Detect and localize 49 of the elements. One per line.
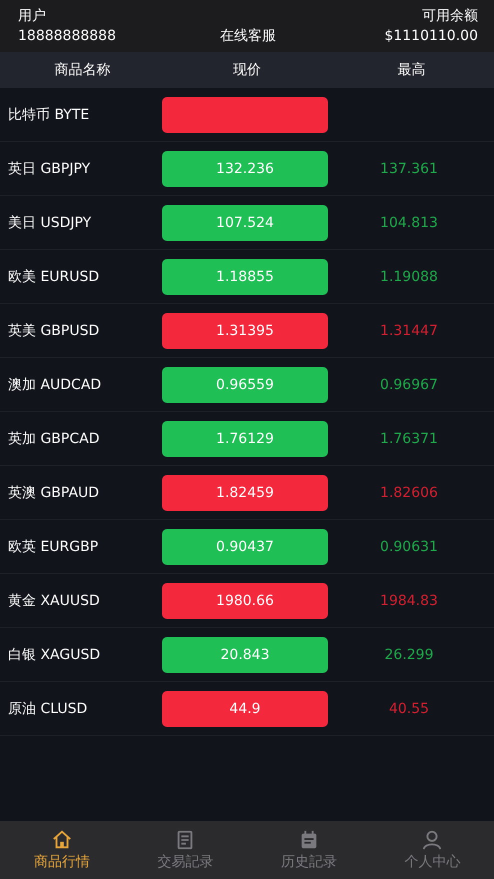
nav-tab[interactable]: 商品行情 xyxy=(0,821,124,879)
nav-tab[interactable]: 历史記录 xyxy=(247,821,370,879)
price-tag[interactable]: 0.90437 xyxy=(162,528,328,564)
home-icon xyxy=(50,829,73,851)
balance-value: $1110110.00 xyxy=(384,27,478,46)
price-tag[interactable]: 1.82459 xyxy=(162,474,328,510)
price-tag[interactable]: 0.96559 xyxy=(162,366,328,402)
instrument-name: 澳加 AUDCAD xyxy=(7,376,102,394)
high-value: 137.361 xyxy=(380,160,438,176)
phone-number: 18888888888 xyxy=(18,27,116,46)
high-value: 1.82606 xyxy=(380,484,438,500)
instrument-name: 欧英 EURGBP xyxy=(7,538,100,556)
instrument-name: 原油 CLUSD xyxy=(7,700,88,718)
price-tag[interactable]: 20.843 xyxy=(162,636,328,672)
instrument-name: 美日 USDJPY xyxy=(7,214,92,232)
instrument-name: 黄金 XAUUSD xyxy=(7,592,101,610)
price-tag[interactable]: 132.236 xyxy=(162,150,328,186)
instrument-name: 欧美 EURUSD xyxy=(7,268,100,286)
nav-tab[interactable]: 交易記录 xyxy=(124,821,247,879)
column-header: 最高 xyxy=(396,61,427,79)
price-tag[interactable]: 1.18855 xyxy=(162,258,328,294)
price-tag[interactable]: 1.31395 xyxy=(162,312,328,348)
high-value: 40.55 xyxy=(388,700,430,716)
high-value: 104.813 xyxy=(380,214,438,230)
high-value: 1.19088 xyxy=(380,268,438,284)
instrument-name: 英加 GBPCAD xyxy=(7,430,100,448)
person-icon xyxy=(421,829,444,851)
price-tag[interactable]: 107.524 xyxy=(162,204,328,240)
price-tag[interactable] xyxy=(162,96,328,132)
high-value: 26.299 xyxy=(384,646,434,662)
high-value: 1.31447 xyxy=(380,322,438,338)
instrument-name: 英日 GBPJPY xyxy=(7,160,92,178)
price-tag[interactable]: 44.9 xyxy=(162,690,328,726)
instrument-name: 英美 GBPUSD xyxy=(7,322,100,340)
high-value: 0.96967 xyxy=(380,376,438,392)
nav-tab[interactable]: 个人中心 xyxy=(370,821,494,879)
instrument-name: 英澳 GBPAUD xyxy=(7,484,100,502)
instrument-name: 白银 XAGUSD xyxy=(7,646,102,664)
high-value: 0.90631 xyxy=(380,538,438,554)
customer-service-link[interactable]: 在线客服 xyxy=(220,26,276,46)
column-header: 商品名称 xyxy=(53,61,112,79)
user-label: 用户 xyxy=(18,7,46,26)
price-tag[interactable]: 1980.66 xyxy=(162,582,328,618)
instrument-name: 比特币 BYTE xyxy=(7,106,90,124)
balance-label: 可用余额 xyxy=(422,7,478,26)
column-header: 现价 xyxy=(232,61,262,79)
price-tag[interactable]: 1.76129 xyxy=(162,420,328,456)
high-value: 1984.83 xyxy=(380,592,438,608)
high-value: 1.76371 xyxy=(380,430,438,446)
